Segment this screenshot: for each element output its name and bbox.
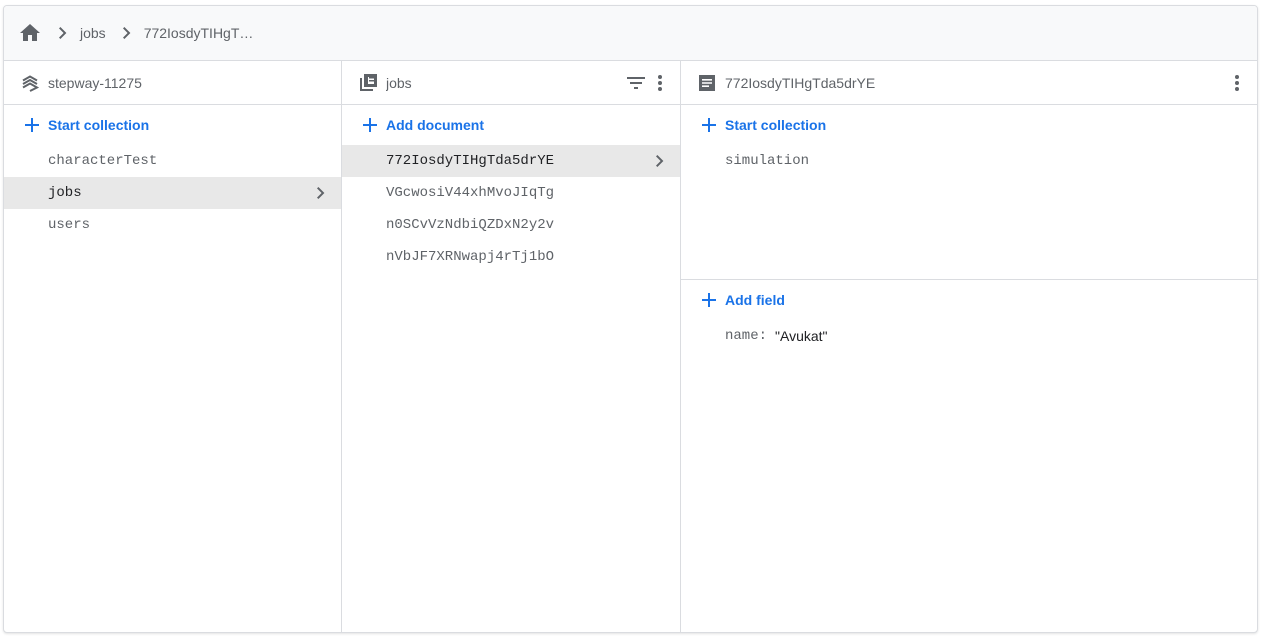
chevron-right-icon <box>118 24 136 42</box>
columns-view: stepway-11275 Start collection character… <box>4 61 1257 632</box>
add-icon <box>699 115 719 135</box>
field-key: name <box>725 328 759 344</box>
document-icon <box>695 71 719 95</box>
document-item-label: 772IosdyTIHgTda5drYE <box>386 153 555 169</box>
more-vert-icon[interactable] <box>1225 71 1249 95</box>
breadcrumb-item-document[interactable]: 772IosdyTIHgT… <box>144 25 254 41</box>
home-icon[interactable] <box>18 21 42 45</box>
breadcrumb: jobs 772IosdyTIHgT… <box>4 6 1257 61</box>
document-column-header: 772IosdyTIHgTda5drYE <box>681 61 1257 105</box>
field-colon: : <box>758 328 768 344</box>
add-document-button[interactable]: Add document <box>342 105 680 145</box>
add-field-label: Add field <box>725 292 785 308</box>
breadcrumb-item-jobs[interactable]: jobs <box>80 25 106 41</box>
add-document-label: Add document <box>386 117 484 133</box>
collection-item-label: users <box>48 217 91 233</box>
document-item-label: VGcwosiV44xhMvoJIqTg <box>386 185 555 201</box>
document-item-label: n0SCvVzNdbiQZDxN2y2v <box>386 217 555 233</box>
subcollection-item-simulation[interactable]: simulation <box>681 145 1257 177</box>
add-field-button[interactable]: Add field <box>681 280 1257 320</box>
field-row[interactable]: name: "Avukat" <box>681 320 1257 352</box>
document-item-label: nVbJF7XRNwapj4rTj1bO <box>386 249 555 265</box>
add-icon <box>699 290 719 310</box>
more-vert-icon[interactable] <box>648 71 672 95</box>
start-collection-button[interactable]: Start collection <box>4 105 341 145</box>
root-column: stepway-11275 Start collection character… <box>4 61 342 632</box>
firestore-data-panel: jobs 772IosdyTIHgT… stepway-11275 Start … <box>3 5 1258 633</box>
start-subcollection-button[interactable]: Start collection <box>681 105 1257 145</box>
document-item-772iosdytihgtda5drye[interactable]: 772IosdyTIHgTda5drYE <box>342 145 680 177</box>
collection-title: jobs <box>386 74 412 91</box>
collection-item-label: jobs <box>48 185 82 201</box>
document-title: 772IosdyTIHgTda5drYE <box>725 74 876 91</box>
collection-item-label: characterTest <box>48 153 158 169</box>
fields-section: Add field name: "Avukat" <box>681 280 1257 352</box>
filter-list-icon[interactable] <box>624 71 648 95</box>
project-title: stepway-11275 <box>48 74 142 91</box>
field-value: "Avukat" <box>775 328 828 344</box>
chevron-right-icon <box>650 151 670 171</box>
document-column: 772IosdyTIHgTda5drYE Start collection si… <box>681 61 1257 632</box>
chevron-right-icon <box>311 183 331 203</box>
collection-item-users[interactable]: users <box>4 209 341 241</box>
subcollections-section: Start collection simulation <box>681 105 1257 280</box>
start-collection-label: Start collection <box>725 117 827 133</box>
document-item-nvbjf7xrnwapj4rtj1bo[interactable]: nVbJF7XRNwapj4rTj1bO <box>342 241 680 273</box>
firestore-stack-icon <box>18 71 42 95</box>
document-item-n0scvvzndbiqzdxn2y2v[interactable]: n0SCvVzNdbiQZDxN2y2v <box>342 209 680 241</box>
start-collection-label: Start collection <box>48 117 150 133</box>
root-column-header: stepway-11275 <box>4 61 341 105</box>
add-icon <box>360 115 380 135</box>
document-item-vgcwosiv44xhmvojiqtg[interactable]: VGcwosiV44xhMvoJIqTg <box>342 177 680 209</box>
add-icon <box>22 115 42 135</box>
collection-column: jobs Add document 772IosdyTIHgTda5drYE V… <box>342 61 681 632</box>
chevron-right-icon <box>54 24 72 42</box>
collection-item-charactertest[interactable]: characterTest <box>4 145 341 177</box>
collection-icon <box>356 71 380 95</box>
collection-item-jobs[interactable]: jobs <box>4 177 341 209</box>
subcollection-item-label: simulation <box>725 153 810 169</box>
collection-column-header: jobs <box>342 61 680 105</box>
